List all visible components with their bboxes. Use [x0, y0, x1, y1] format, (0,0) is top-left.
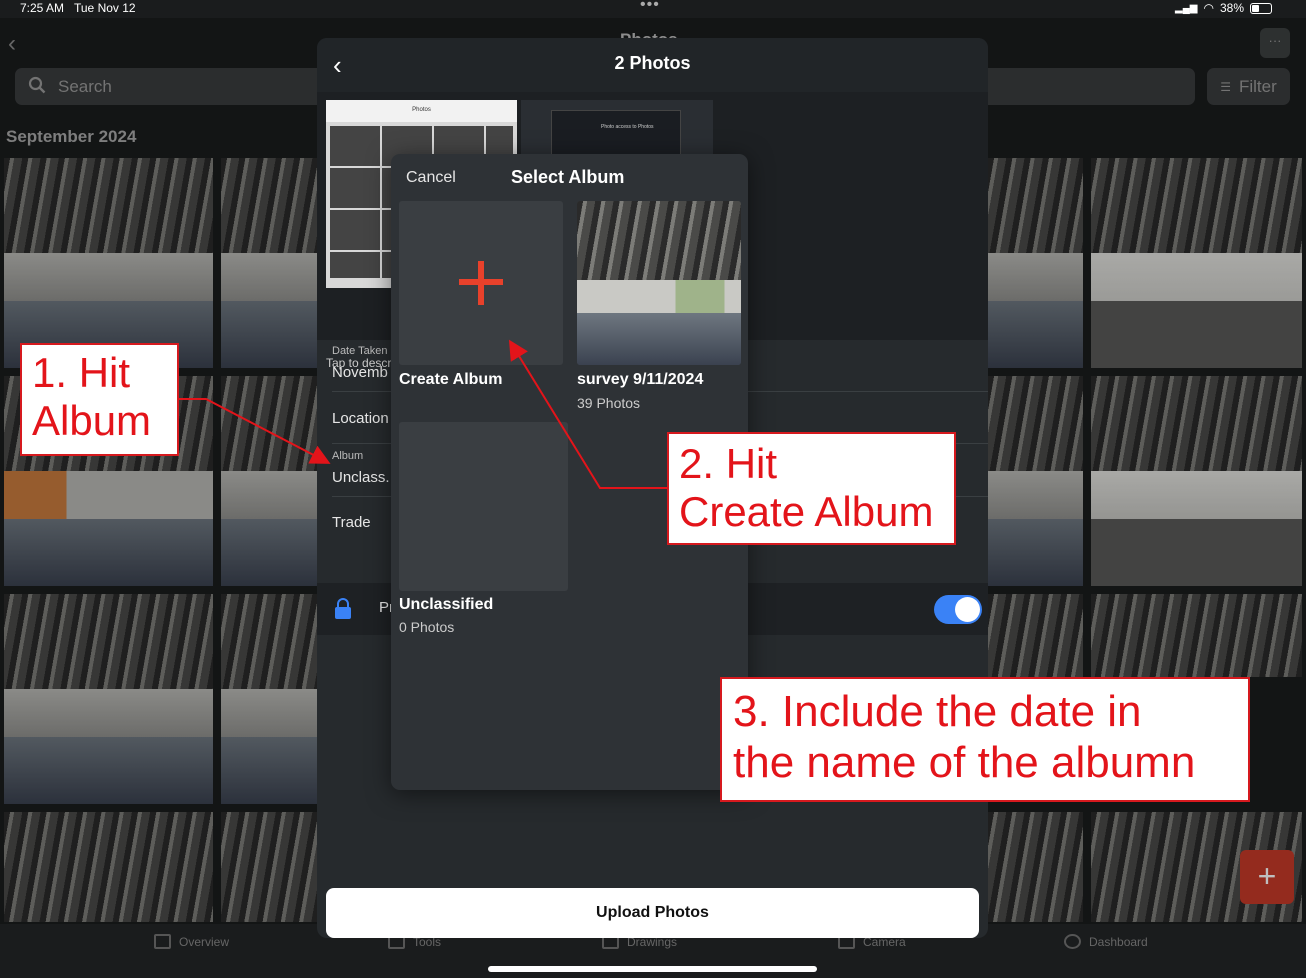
signal-icon: ▂▄▆: [1175, 2, 1198, 14]
gauge-icon: [1064, 934, 1081, 949]
multitasking-dots-icon[interactable]: •••: [640, 0, 660, 14]
annotation-text: the name of the albumn: [733, 737, 1196, 787]
lock-icon: [335, 598, 351, 619]
annotation-step-2: 2. Hit Create Album: [667, 432, 956, 545]
create-album-label[interactable]: Create Album: [399, 371, 502, 389]
tab-label: Overview: [179, 934, 230, 949]
upload-photos-button[interactable]: Upload Photos: [326, 888, 979, 938]
wifi-icon: ◠: [1203, 1, 1214, 15]
album-label: Album: [332, 450, 364, 462]
status-bar: 7:25 AM Tue Nov 12 ••• ▂▄▆ ◠ 38%: [0, 0, 1306, 18]
album-cover-unclassified[interactable]: [399, 422, 568, 591]
preview-title: Photos: [326, 100, 517, 122]
tab-label: Dashboard: [1089, 934, 1148, 949]
status-time: 7:25 AM: [20, 1, 65, 15]
album-count: 39 Photos: [577, 395, 641, 411]
annotation-text: 2. Hit: [679, 440, 778, 487]
album-count: 0 Photos: [399, 619, 455, 635]
battery-icon: [1250, 2, 1272, 14]
trade-field[interactable]: Trade: [332, 514, 371, 531]
location-field[interactable]: Location: [332, 410, 389, 427]
battery-percent: 38%: [1219, 1, 1244, 15]
cancel-button[interactable]: Cancel: [406, 169, 456, 187]
status-indicators: ▂▄▆ ◠ 38%: [1175, 1, 1272, 15]
album-name[interactable]: Unclassified: [399, 596, 493, 614]
photo-preview[interactable]: Photo access to Photos: [521, 100, 713, 160]
annotation-step-1: 1. Hit Album: [20, 343, 179, 456]
preview-caption: Photo access to Photos: [601, 124, 654, 130]
album-cover-survey[interactable]: [577, 201, 741, 365]
grid-icon: [154, 934, 171, 949]
annotation-step-3: 3. Include the date in the name of the a…: [720, 677, 1250, 802]
tab-dashboard[interactable]: Dashboard: [1064, 934, 1148, 949]
album-name[interactable]: survey 9/11/2024: [577, 371, 703, 389]
create-album-tile[interactable]: [399, 201, 563, 365]
private-toggle[interactable]: [934, 595, 982, 624]
date-taken-label: Date Taken: [332, 345, 388, 357]
annotation-text: 3. Include the date in: [733, 687, 1142, 736]
annotation-text: 1. Hit: [32, 349, 131, 396]
modal-title: 2 Photos: [614, 53, 691, 73]
annotation-text: Album: [32, 397, 152, 445]
annotation-text: Create Album: [679, 488, 934, 536]
date-taken-value[interactable]: Novemb: [332, 364, 388, 381]
status-date: Tue Nov 12: [74, 1, 136, 15]
album-field[interactable]: Unclass.: [332, 469, 390, 486]
popover-title: Select Album: [511, 167, 625, 187]
tab-overview[interactable]: Overview: [154, 934, 229, 949]
home-indicator[interactable]: [488, 966, 817, 972]
